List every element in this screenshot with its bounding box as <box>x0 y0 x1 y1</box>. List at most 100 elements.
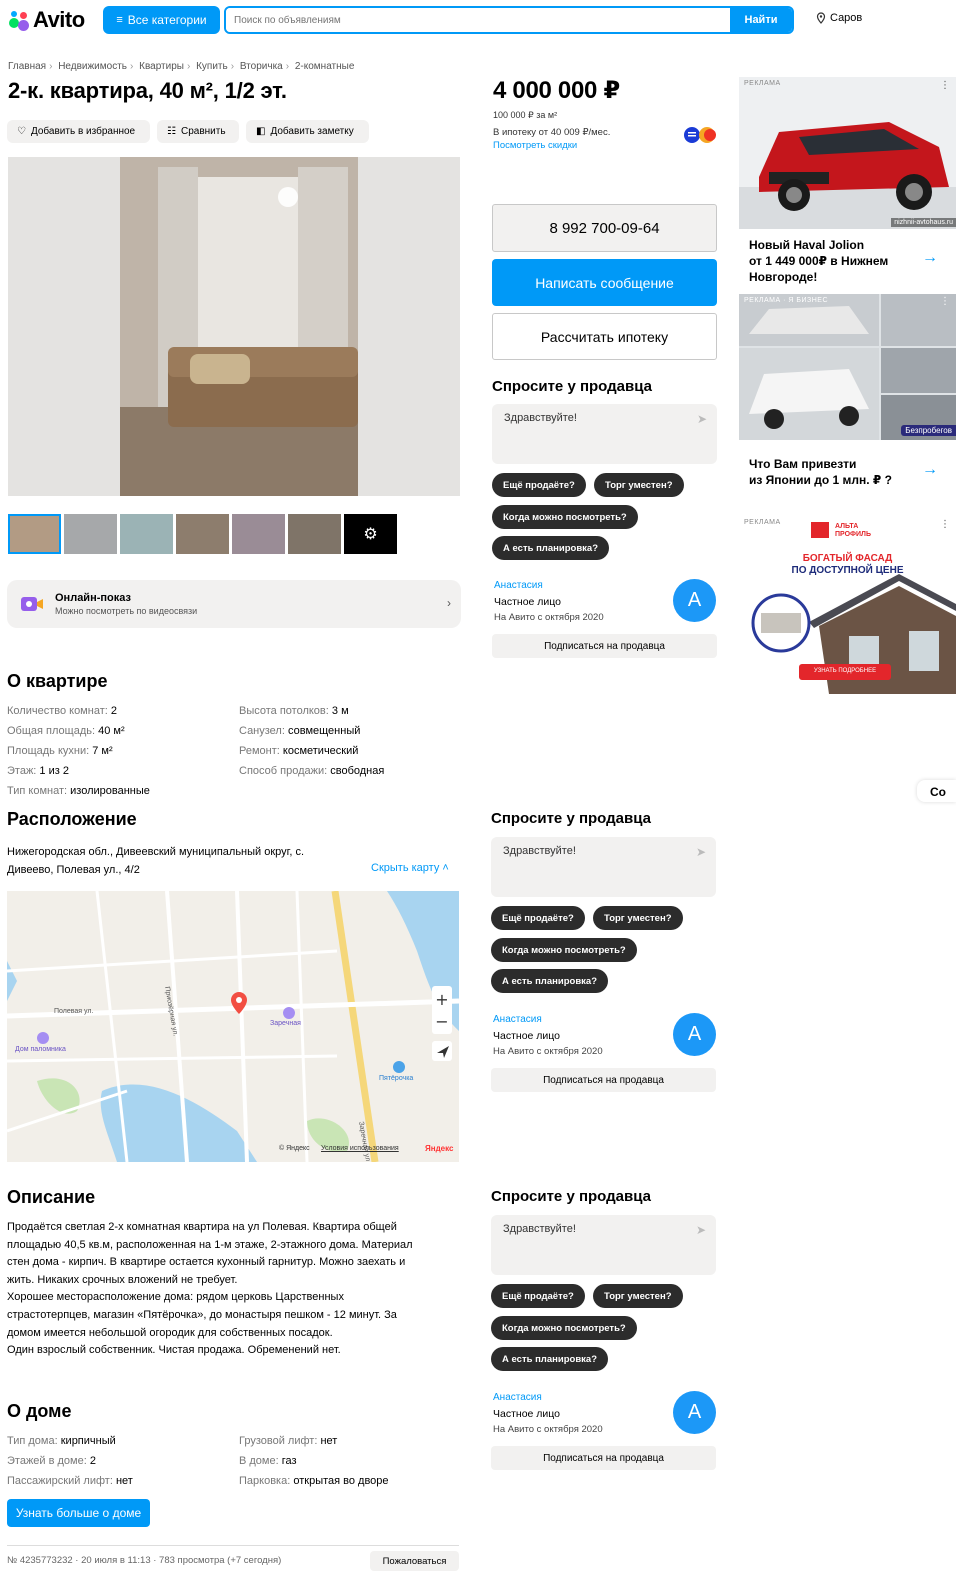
seller-name-link[interactable]: Анастасия <box>494 580 543 591</box>
arrow-right-icon[interactable]: → <box>922 249 938 267</box>
param-row: Парковка: открытая во дворе <box>239 1475 389 1487</box>
map-copyright: © Яндекс <box>279 1145 310 1152</box>
breadcrumb-item[interactable]: Недвижимость <box>58 61 127 72</box>
quick-question-chip[interactable]: А есть планировка? <box>491 969 608 993</box>
send-icon[interactable]: ➤ <box>697 412 707 426</box>
yandex-logo: Яндекс <box>425 1144 454 1153</box>
ad-banner-car[interactable]: РЕКЛАМА ⋮ nizhnii-avtohaus.ru <box>739 77 956 229</box>
map-terms-link[interactable]: Условия использования <box>321 1145 399 1152</box>
arrow-right-icon[interactable]: → <box>922 461 938 479</box>
logo-text: Avito <box>33 7 85 32</box>
ask-seller-heading: Спросите у продавца <box>492 378 652 395</box>
quick-question-chip[interactable]: Когда можно посмотреть? <box>492 505 638 529</box>
ad-car-text[interactable]: Новый Haval Jolion от 1 449 000₽ в Нижне… <box>749 237 888 285</box>
avatar[interactable]: А <box>673 1391 716 1434</box>
breadcrumb-item[interactable]: 2-комнатные <box>295 61 355 72</box>
param-row: Высота потолков: 3 м <box>239 705 349 717</box>
param-row: Ремонт: косметический <box>239 745 359 757</box>
send-icon[interactable]: ➤ <box>696 1223 706 1237</box>
more-options-icon[interactable]: ⋮ <box>940 296 950 307</box>
breadcrumb-item[interactable]: Главная <box>8 61 46 72</box>
message-input[interactable]: Здравствуйте! ➤ <box>492 404 717 464</box>
quick-question-chip[interactable]: Торг уместен? <box>593 906 683 930</box>
avatar[interactable]: А <box>673 1013 716 1056</box>
add-note-button[interactable]: ◧ Добавить заметку <box>246 120 369 143</box>
thumbnail[interactable] <box>64 514 117 554</box>
map[interactable]: + − Полевая ул. Приозёрная ул. Заречная … <box>7 891 459 1162</box>
breadcrumb: Главная › Недвижимость › Квартиры › Купить ›… <box>8 61 355 72</box>
flat-params-right: Высота потолков: 3 м Санузел: совмещенны… <box>239 701 384 781</box>
page-title: 2-к. квартира, 40 м², 1/2 эт. <box>8 78 287 103</box>
add-to-favorites-button[interactable]: ♡ Добавить в избранное <box>7 120 150 143</box>
about-flat-heading: О квартире <box>7 671 108 691</box>
address: Нижегородская обл., Дивеевский муниципал… <box>7 846 305 876</box>
quick-question-chip[interactable]: Ещё продаёте? <box>492 473 586 497</box>
quick-question-chip[interactable]: Когда можно посмотреть? <box>491 1316 637 1340</box>
location-pin-icon <box>816 12 826 24</box>
ad-label: РЕКЛАМА · Я БИЗНЕС <box>744 297 829 304</box>
quick-question-chip[interactable]: Когда можно посмотреть? <box>491 938 637 962</box>
compare-button[interactable]: ☷ Сравнить <box>157 120 239 143</box>
quick-question-chip[interactable]: Торг уместен? <box>594 473 684 497</box>
param-row: Количество комнат: 2 <box>7 705 117 717</box>
about-house-heading: О доме <box>7 1401 72 1421</box>
show-phone-button[interactable]: 8 992 700-09-64 <box>492 204 717 252</box>
subscribe-seller-button[interactable]: Подписаться на продавца <box>491 1446 716 1470</box>
ad-banner-facade[interactable]: РЕКЛАМА ⋮ АЛЬТА ПРОФИЛЬ БОГАТЫЙ ФАСАД ПО… <box>739 516 956 694</box>
thumbnail[interactable] <box>8 514 61 554</box>
write-message-button[interactable]: Написать сообщение <box>492 259 717 306</box>
map-poi-label: Пятёрочка <box>379 1075 414 1082</box>
house-params-right: Грузовой лифт: нет В доме: газ Парковка:… <box>239 1431 389 1491</box>
quick-question-chip[interactable]: А есть планировка? <box>492 536 609 560</box>
svg-text:+: + <box>435 990 448 1009</box>
more-options-icon[interactable]: ⋮ <box>940 519 950 530</box>
main-photo[interactable] <box>8 157 460 496</box>
subscribe-seller-button[interactable]: Подписаться на продавца <box>492 634 717 658</box>
avatar[interactable]: А <box>673 579 716 622</box>
thumbnail[interactable] <box>120 514 173 554</box>
thumbnail[interactable] <box>176 514 229 554</box>
ask-seller-heading: Спросите у продавца <box>491 810 651 827</box>
quick-question-chip[interactable]: А есть планировка? <box>491 1347 608 1371</box>
ad-banner-japan-cars[interactable]: РЕКЛАМА · Я БИЗНЕС ⋮ Безпробегов <box>739 294 956 440</box>
breadcrumb-item[interactable]: Квартиры <box>139 61 184 72</box>
location-heading: Расположение <box>7 809 137 829</box>
calc-mortgage-button[interactable]: Рассчитать ипотеку <box>492 313 717 360</box>
hide-map-link[interactable]: Скрыть карту ˄ <box>371 862 449 874</box>
search-button[interactable]: Найти <box>730 8 792 32</box>
ad-japan-text[interactable]: Что Вам привезти из Японии до 1 млн. ₽ ? <box>749 456 892 488</box>
more-photos-icon: ⚙ <box>363 526 378 543</box>
breadcrumb-item[interactable]: Купить <box>196 61 228 72</box>
online-show-banner[interactable]: Онлайн-показ Можно посмотреть по видеосв… <box>7 580 461 628</box>
message-input[interactable]: Здравствуйте! ➤ <box>491 1215 716 1275</box>
send-icon[interactable]: ➤ <box>696 845 706 859</box>
location-selector[interactable]: Саров <box>816 12 862 24</box>
side-panel-tab[interactable]: Со <box>917 780 956 802</box>
quick-question-chip[interactable]: Ещё продаёте? <box>491 1284 585 1308</box>
quick-question-chip[interactable]: Ещё продаёте? <box>491 906 585 930</box>
message-input[interactable]: Здравствуйте! ➤ <box>491 837 716 897</box>
report-button[interactable]: Пожаловаться <box>370 1551 459 1571</box>
mortgage-info: В ипотеку от 40 009 ₽/мес. <box>493 127 611 138</box>
map-poi-label: Дом паломника <box>15 1046 66 1053</box>
breadcrumb-item[interactable]: Вторичка <box>240 61 283 72</box>
all-categories-button[interactable]: ≡ Все категории <box>103 6 220 34</box>
search-input[interactable] <box>226 8 730 32</box>
quick-question-chip[interactable]: Торг уместен? <box>593 1284 683 1308</box>
ad-headline: БОГАТЫЙ ФАСАД <box>802 553 893 564</box>
more-photos-thumbnail[interactable]: ⚙ <box>344 514 397 554</box>
seller-since: На Авито с октября 2020 <box>493 1046 603 1057</box>
house-params-left: Тип дома: кирпичный Этажей в доме: 2 Пас… <box>7 1431 133 1491</box>
subscribe-seller-button[interactable]: Подписаться на продавца <box>491 1068 716 1092</box>
thumbnail[interactable] <box>288 514 341 554</box>
ad-headline: ПО ДОСТУПНОЙ ЦЕНЕ <box>791 565 904 576</box>
learn-more-house-button[interactable]: Узнать больше о доме <box>7 1499 150 1527</box>
seller-name-link[interactable]: Анастасия <box>493 1014 542 1025</box>
map-street-label: Полевая ул. <box>54 1008 94 1015</box>
discounts-link[interactable]: Посмотреть скидки <box>493 140 577 151</box>
thumbnail[interactable] <box>232 514 285 554</box>
ad-cta-button[interactable]: УЗНАТЬ ПОДРОБНЕЕ <box>799 668 891 674</box>
more-options-icon[interactable]: ⋮ <box>940 80 950 91</box>
seller-name-link[interactable]: Анастасия <box>493 1392 542 1403</box>
avito-logo[interactable]: Avito <box>8 7 85 33</box>
